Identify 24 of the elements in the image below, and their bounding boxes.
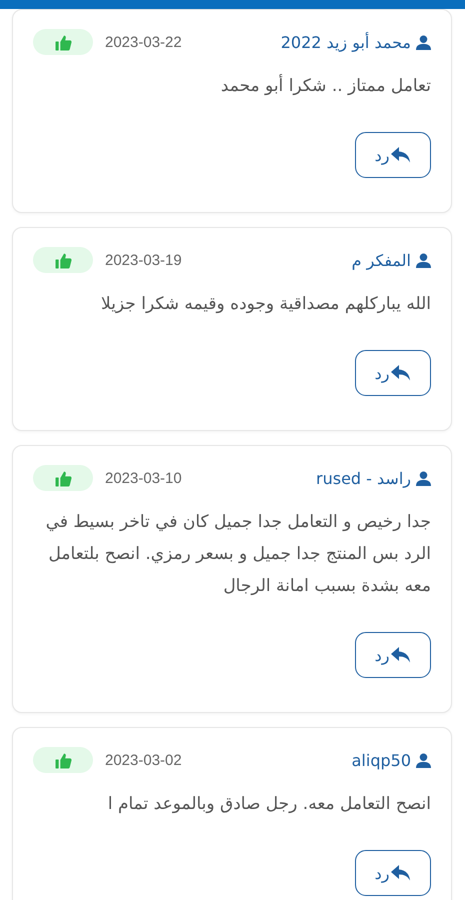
review-date: 2023-03-19 [105, 252, 182, 268]
reply-button[interactable]: رد [355, 850, 431, 896]
user-icon [416, 252, 431, 268]
user-icon [416, 470, 431, 486]
review-text: جدا رخيص و التعامل جدا جميل كان في تاخر بسيط في الرد بس المنتج جدا جميل و بسعر رمزي. انصح بلتعامل معه بشدة بسبب امانة الرجال [44, 511, 431, 598]
review-date: 2023-03-10 [105, 470, 182, 486]
reply-button[interactable]: رد [355, 632, 431, 678]
reply-button[interactable]: رد [355, 132, 431, 178]
reply-icon [391, 647, 412, 663]
reply-icon [391, 147, 412, 163]
reviewer-name[interactable]: المفكر م [352, 250, 411, 270]
review-date: 2023-03-02 [105, 752, 182, 768]
review-text: تعامل ممتاز .. شكرا أبو محمد [220, 73, 431, 98]
reviewer-name[interactable]: محمد أبو زيد 2022 [280, 32, 411, 52]
reply-button[interactable]: رد [355, 350, 431, 396]
reply-icon [391, 865, 412, 881]
user-icon [416, 752, 431, 768]
review-date: 2023-03-22 [105, 34, 182, 50]
reviewer-name[interactable]: aliqp50 [352, 750, 411, 770]
reply-icon [391, 365, 412, 381]
review-text: انصح التعامل معه. رجل صادق وبالموعد تمام ا [106, 793, 431, 816]
user-icon [416, 34, 431, 50]
reviewer-name[interactable]: راسد - rused [316, 468, 411, 488]
review-text: الله يباركلهم مصداقية وجوده وقيمه شكرا جزيلا [100, 293, 431, 316]
